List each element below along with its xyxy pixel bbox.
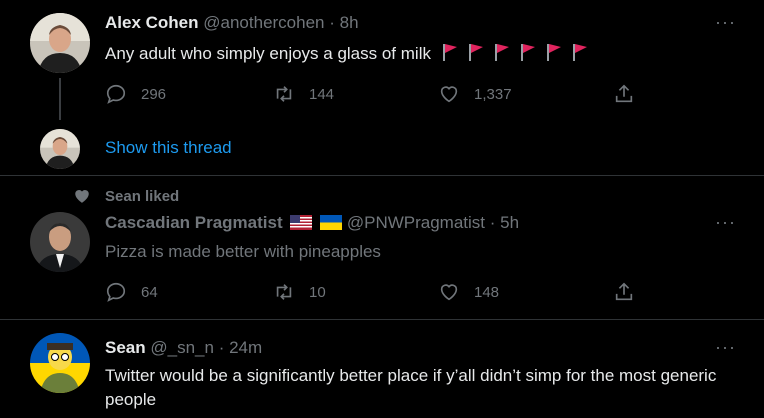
liked-by-label[interactable]: Sean liked xyxy=(105,188,179,205)
avatar[interactable] xyxy=(30,212,90,272)
tweet-text-content: Any adult who simply enjoys a glass of m… xyxy=(105,44,431,63)
reply-count: 296 xyxy=(141,85,167,103)
more-icon[interactable]: ··· xyxy=(715,212,736,233)
more-icon[interactable]: ··· xyxy=(715,337,736,358)
share-icon xyxy=(615,282,633,301)
heart-icon xyxy=(73,187,91,210)
share-button[interactable] xyxy=(613,82,649,106)
separator: · xyxy=(489,213,496,232)
thread-line xyxy=(59,78,61,120)
tweet-text: Pizza is made better with pineapples xyxy=(105,242,381,261)
separator: · xyxy=(218,338,225,357)
tweet-sean[interactable]: Sean @_sn_n · 24m ··· Twitter would be a… xyxy=(0,320,764,418)
flag-icon xyxy=(440,42,460,69)
separator: · xyxy=(329,13,335,32)
like-button[interactable]: 1,337 xyxy=(438,82,512,106)
ukraine-flag-icon xyxy=(320,215,343,235)
author-handle[interactable]: @PNWPragmatist xyxy=(347,213,485,232)
author-name[interactable]: Sean xyxy=(105,338,146,357)
author-name[interactable]: Alex Cohen xyxy=(105,13,199,32)
share-button[interactable] xyxy=(613,280,649,304)
retweet-button[interactable]: 144 xyxy=(273,82,334,106)
tweet-header: Cascadian Pragmatist @PNWPragmatist · 5h xyxy=(105,213,519,235)
timestamp[interactable]: 5h xyxy=(500,213,519,232)
tweet-text: Any adult who simply enjoys a glass of m… xyxy=(105,42,735,69)
reply-button[interactable]: 296 xyxy=(105,82,166,106)
like-count: 1,337 xyxy=(474,85,512,103)
us-flag-icon xyxy=(290,215,313,235)
reply-icon xyxy=(106,282,126,302)
like-icon xyxy=(440,284,458,301)
share-icon xyxy=(615,84,633,103)
author-name[interactable]: Cascadian Pragmatist xyxy=(105,213,283,232)
retweet-icon xyxy=(276,86,292,102)
retweet-icon xyxy=(276,284,292,300)
tweet-alex-cohen[interactable]: Alex Cohen @anothercohen · 8h ··· Any ad… xyxy=(0,0,764,175)
reply-button[interactable]: 64 xyxy=(105,280,158,304)
flag-icon xyxy=(570,42,590,69)
avatar[interactable] xyxy=(30,13,90,73)
flag-icons xyxy=(440,42,596,69)
timeline: Alex Cohen @anothercohen · 8h ··· Any ad… xyxy=(0,0,764,418)
like-count: 148 xyxy=(474,283,500,301)
retweet-count: 10 xyxy=(309,283,326,301)
flag-icon xyxy=(492,42,512,69)
author-handle[interactable]: @anothercohen xyxy=(203,13,324,32)
reply-count: 64 xyxy=(141,283,158,301)
tweet-cascadian-pragmatist[interactable]: Sean liked Cascadian Pragmatist @PNWPrag… xyxy=(0,176,764,319)
timestamp[interactable]: 24m xyxy=(229,338,262,357)
show-thread-link[interactable]: Show this thread xyxy=(105,138,232,158)
reply-icon xyxy=(106,84,126,104)
author-handle[interactable]: @_sn_n xyxy=(150,338,214,357)
flag-icon xyxy=(544,42,564,69)
flag-icon xyxy=(466,42,486,69)
tweet-header: Alex Cohen @anothercohen · 8h xyxy=(105,13,359,33)
flag-icon xyxy=(518,42,538,69)
action-bar: 64 10 148 xyxy=(105,280,645,304)
like-icon xyxy=(440,86,458,103)
more-icon[interactable]: ··· xyxy=(715,12,736,33)
like-button[interactable]: 148 xyxy=(438,280,499,304)
thread-avatar[interactable] xyxy=(40,129,80,169)
timestamp[interactable]: 8h xyxy=(340,13,359,32)
retweet-count: 144 xyxy=(309,85,335,103)
tweet-text: Twitter would be a significantly better … xyxy=(105,366,717,409)
avatar[interactable] xyxy=(30,333,90,393)
retweet-button[interactable]: 10 xyxy=(273,280,326,304)
action-bar: 296 144 1,337 xyxy=(105,82,645,106)
tweet-header: Sean @_sn_n · 24m xyxy=(105,338,262,358)
